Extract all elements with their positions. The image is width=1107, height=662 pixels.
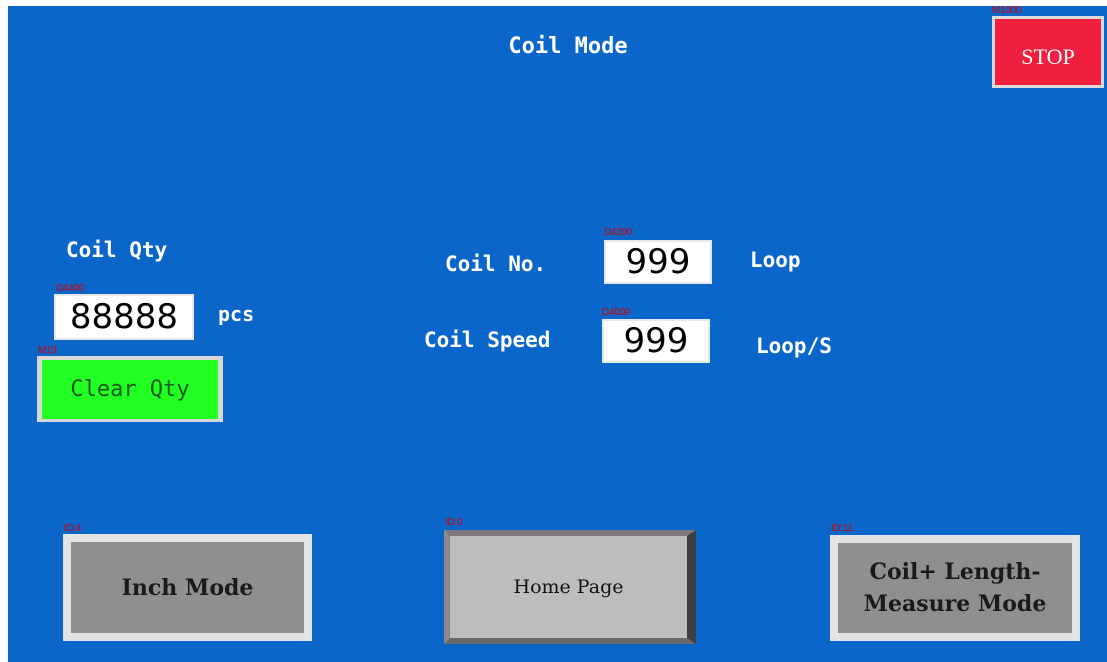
coil-length-measure-mode-button[interactable]: Coil+ Length- Measure Mode — [830, 535, 1080, 641]
coil-length-button-line1: Coil+ Length- — [869, 559, 1041, 585]
page-title: Coil Mode — [508, 34, 628, 59]
inch-mode-address-tag: ID:4 — [64, 523, 82, 534]
coil-no-address-tag: D4200 — [604, 227, 632, 238]
stop-button[interactable]: STOP — [992, 16, 1104, 88]
coil-no-display[interactable]: 999 — [604, 240, 712, 284]
coil-qty-label: Coil Qty — [66, 238, 168, 262]
coil-speed-display[interactable]: 999 — [602, 319, 710, 363]
coil-qty-address-tag: D4400 — [56, 283, 84, 294]
coil-speed-address-tag: D4000 — [602, 307, 630, 318]
coil-no-label: Coil No. — [445, 252, 547, 276]
coil-speed-unit: Loop/S — [756, 334, 832, 358]
inch-mode-button[interactable]: Inch Mode — [63, 534, 312, 641]
coil-qty-unit: pcs — [218, 302, 255, 326]
coil-no-unit: Loop — [750, 248, 801, 272]
home-page-address-tag: ID:0 — [445, 517, 463, 528]
clear-qty-button[interactable]: Clear Qty — [37, 356, 223, 422]
hmi-screen: Coil Mode M1000 STOP Coil Qty D4400 8888… — [8, 6, 1107, 662]
stop-address-tag: M1000 — [992, 6, 1022, 16]
coil-speed-label: Coil Speed — [424, 328, 551, 352]
coil-length-button-line2: Measure Mode — [863, 591, 1047, 617]
coil-length-address-tag: ID:11 — [831, 523, 853, 534]
clear-qty-address-tag: M19 — [38, 345, 57, 356]
home-page-button[interactable]: Home Page — [444, 530, 696, 644]
coil-qty-display[interactable]: 88888 — [54, 294, 194, 340]
